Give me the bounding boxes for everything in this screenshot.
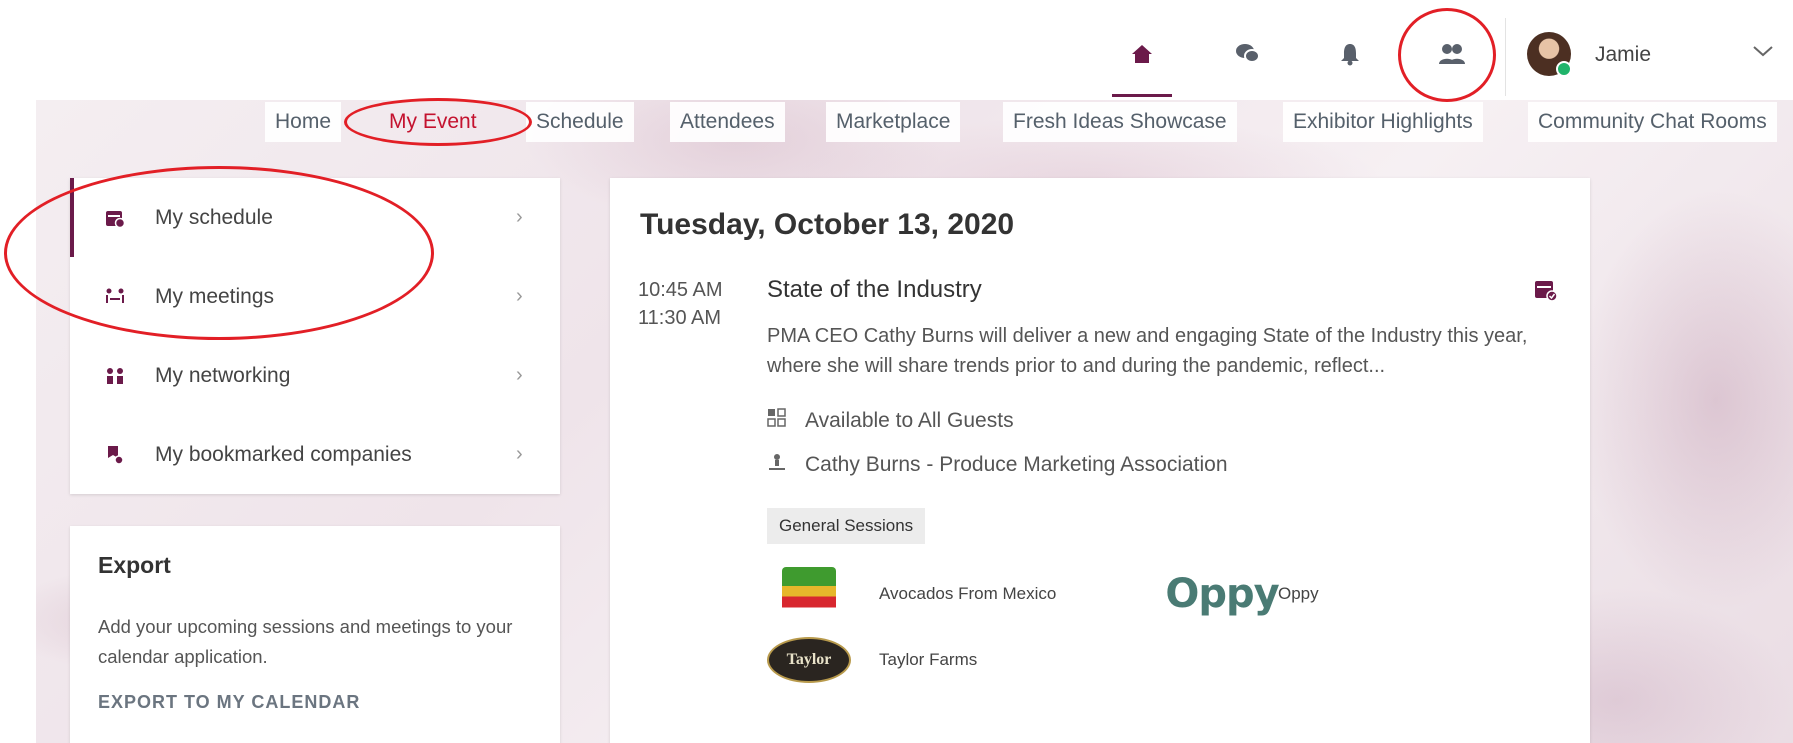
- session-end-time: 11:30 AM: [638, 307, 722, 329]
- people-icon[interactable]: [1432, 34, 1472, 74]
- sponsor-name: Taylor Farms: [879, 650, 978, 669]
- menu-item-label: My schedule: [155, 205, 273, 229]
- schedule-date-heading: Tuesday, October 13, 2020: [640, 208, 1015, 241]
- export-description: Add your upcoming sessions and meetings …: [98, 616, 513, 667]
- tab-schedule[interactable]: Schedule: [526, 102, 634, 142]
- availability-text: Available to All Guests: [805, 408, 1014, 432]
- menu-item-my-schedule[interactable]: My schedule ›: [70, 178, 560, 257]
- session-speaker: Cathy Burns - Produce Marketing Associat…: [767, 452, 1228, 477]
- session-tag[interactable]: General Sessions: [767, 508, 926, 544]
- tab-attendees[interactable]: Attendees: [670, 102, 785, 142]
- sponsor-taylor-farms[interactable]: Taylor Taylor Farms: [767, 632, 977, 688]
- avocados-from-mexico-logo: [767, 566, 851, 622]
- sponsor-name: Avocados From Mexico: [879, 584, 1057, 603]
- menu-item-label: My bookmarked companies: [155, 442, 412, 466]
- my-event-menu: My schedule › My meetings › My networkin…: [70, 178, 560, 494]
- home-icon[interactable]: [1122, 34, 1162, 74]
- chevron-right-icon: ›: [516, 285, 523, 307]
- session-availability: Available to All Guests: [767, 408, 1014, 433]
- session-description: PMA CEO Cathy Burns will deliver a new a…: [767, 325, 1528, 377]
- bookmark-company-icon: [104, 444, 126, 466]
- user-divider: [1505, 18, 1506, 96]
- online-status-indicator: [1556, 61, 1572, 77]
- menu-item-my-networking[interactable]: My networking ›: [70, 336, 560, 415]
- calendar-added-icon[interactable]: [1534, 278, 1558, 308]
- menu-item-label: My networking: [155, 363, 291, 387]
- export-title: Export: [98, 552, 171, 578]
- chevron-right-icon: ›: [516, 443, 523, 465]
- speaker-text[interactable]: Cathy Burns - Produce Marketing Associat…: [805, 453, 1228, 477]
- tab-fresh-ideas-showcase[interactable]: Fresh Ideas Showcase: [1003, 102, 1237, 142]
- menu-item-my-bookmarked-companies[interactable]: My bookmarked companies ›: [70, 415, 560, 494]
- tab-my-event[interactable]: My Event: [379, 102, 487, 142]
- export-to-calendar-link[interactable]: EXPORT TO MY CALENDAR: [98, 692, 360, 713]
- meeting-icon: [104, 286, 126, 308]
- menu-item-my-meetings[interactable]: My meetings ›: [70, 257, 560, 336]
- bell-icon[interactable]: [1330, 34, 1370, 74]
- sponsor-avocados-from-mexico[interactable]: Avocados From Mexico: [767, 566, 1056, 622]
- speaker-icon: [767, 452, 791, 477]
- sponsor-name: Oppy: [1278, 584, 1319, 603]
- tab-community-chat-rooms[interactable]: Community Chat Rooms: [1528, 102, 1777, 142]
- tab-marketplace[interactable]: Marketplace: [826, 102, 961, 142]
- home-active-indicator: [1112, 94, 1172, 97]
- chat-icon[interactable]: [1228, 34, 1268, 74]
- chevron-right-icon: ›: [516, 206, 523, 228]
- network-icon: [104, 365, 126, 387]
- sponsor-oppy[interactable]: Oppy Oppy: [1165, 566, 1319, 622]
- tab-exhibitor-highlights[interactable]: Exhibitor Highlights: [1283, 102, 1483, 142]
- chevron-down-icon[interactable]: [1752, 38, 1774, 64]
- grid-icon: [767, 408, 791, 433]
- tab-home[interactable]: Home: [265, 102, 342, 142]
- oppy-logo: Oppy: [1165, 571, 1279, 617]
- export-panel: Export Add your upcoming sessions and me…: [70, 526, 560, 743]
- schedule-panel: Tuesday, October 13, 2020 10:45 AM 11:30…: [610, 178, 1590, 743]
- menu-item-label: My meetings: [155, 284, 275, 308]
- taylor-farms-logo: Taylor: [767, 632, 851, 688]
- calendar-icon: [104, 207, 126, 229]
- top-bar: Jamie: [0, 0, 1793, 100]
- session-start-time: 10:45 AM: [638, 279, 723, 301]
- chevron-right-icon: ›: [516, 364, 523, 386]
- user-name[interactable]: Jamie: [1595, 43, 1651, 67]
- session-title[interactable]: State of the Industry: [767, 276, 982, 304]
